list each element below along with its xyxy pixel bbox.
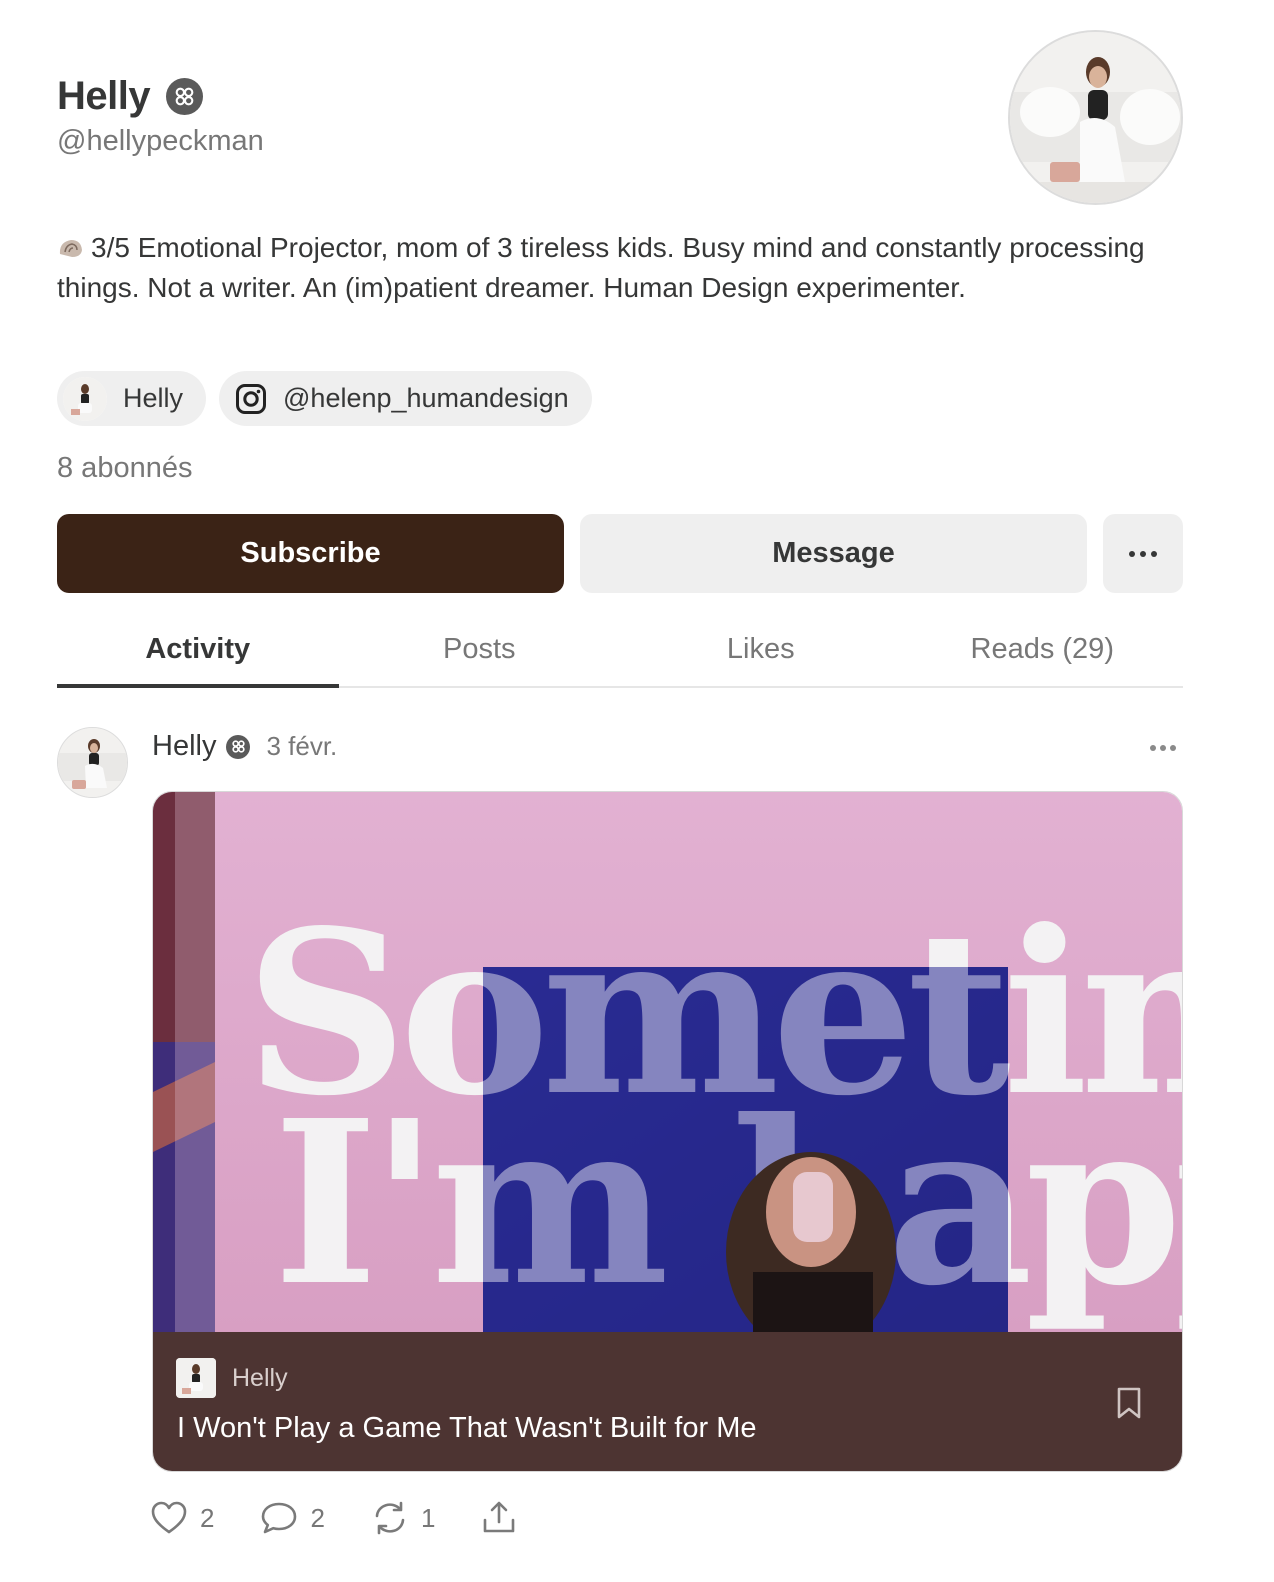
profile-tabs: Activity Posts Likes Reads (29) bbox=[57, 620, 1183, 688]
subscriber-count: 8 abonnés bbox=[57, 452, 193, 484]
profile-name: Helly bbox=[57, 74, 151, 118]
post-actions: 2 2 1 bbox=[150, 1500, 563, 1536]
like-count: 2 bbox=[200, 1502, 215, 1533]
tab-likes[interactable]: Likes bbox=[620, 620, 902, 686]
more-options-button[interactable] bbox=[1103, 514, 1183, 593]
more-icon bbox=[1129, 550, 1157, 557]
like-button[interactable]: 2 bbox=[150, 1500, 214, 1536]
tab-posts[interactable]: Posts bbox=[339, 620, 621, 686]
chip-instagram-link[interactable]: @helenp_humandesign bbox=[219, 371, 592, 426]
post-card-footer: Helly I Won't Play a Game That Wasn't Bu… bbox=[153, 1332, 1182, 1471]
restack-button[interactable]: 1 bbox=[371, 1500, 435, 1536]
comment-count: 2 bbox=[310, 1502, 325, 1533]
chip-label: Helly bbox=[123, 383, 184, 413]
comment-icon bbox=[262, 1502, 297, 1534]
chip-label: @helenp_humandesign bbox=[283, 383, 569, 413]
post-card[interactable]: Sometimes I'm happy Helly I Won't Play a… bbox=[152, 791, 1183, 1472]
heart-icon bbox=[151, 1501, 187, 1534]
profile-handle: @hellypeckman bbox=[57, 125, 264, 157]
share-button[interactable] bbox=[481, 1500, 517, 1536]
verified-badge-icon bbox=[166, 78, 204, 115]
post-cover-image: Sometimes I'm happy bbox=[153, 792, 1182, 1332]
profile-avatar[interactable] bbox=[1008, 30, 1183, 205]
bookmark-icon[interactable] bbox=[1115, 1386, 1143, 1425]
message-button[interactable]: Message bbox=[580, 514, 1087, 593]
post-header: Helly 3 févr. bbox=[152, 730, 337, 763]
profile-links: Helly @helenp_humandesign bbox=[57, 371, 592, 426]
bio-text: 3/5 Emotional Projector, mom of 3 tirele… bbox=[57, 232, 1145, 303]
instagram-icon bbox=[236, 383, 267, 414]
tab-reads[interactable]: Reads (29) bbox=[902, 620, 1184, 686]
card-publication: Helly bbox=[176, 1358, 288, 1398]
post-title[interactable]: I Won't Play a Game That Wasn't Built fo… bbox=[177, 1412, 756, 1445]
publication-name: Helly bbox=[232, 1363, 288, 1392]
post-more-icon[interactable] bbox=[1150, 745, 1176, 751]
shell-icon bbox=[59, 240, 82, 257]
chip-substack-link[interactable]: Helly bbox=[57, 371, 207, 426]
restack-count: 1 bbox=[420, 1502, 436, 1533]
profile-bio: 3/5 Emotional Projector, mom of 3 tirele… bbox=[57, 228, 1177, 308]
subscribe-button[interactable]: Subscribe bbox=[57, 514, 564, 593]
tab-activity[interactable]: Activity bbox=[57, 620, 339, 688]
avatar bbox=[63, 376, 107, 421]
comment-button[interactable]: 2 bbox=[260, 1500, 325, 1536]
share-icon bbox=[484, 1501, 515, 1533]
publication-logo bbox=[176, 1358, 216, 1398]
verified-badge-icon bbox=[226, 734, 251, 759]
post-date: 3 févr. bbox=[266, 731, 338, 761]
profile-name-row: Helly bbox=[57, 74, 204, 119]
post-author-avatar[interactable] bbox=[57, 727, 128, 798]
post-author-name[interactable]: Helly bbox=[152, 730, 216, 763]
restack-icon bbox=[375, 1501, 405, 1535]
